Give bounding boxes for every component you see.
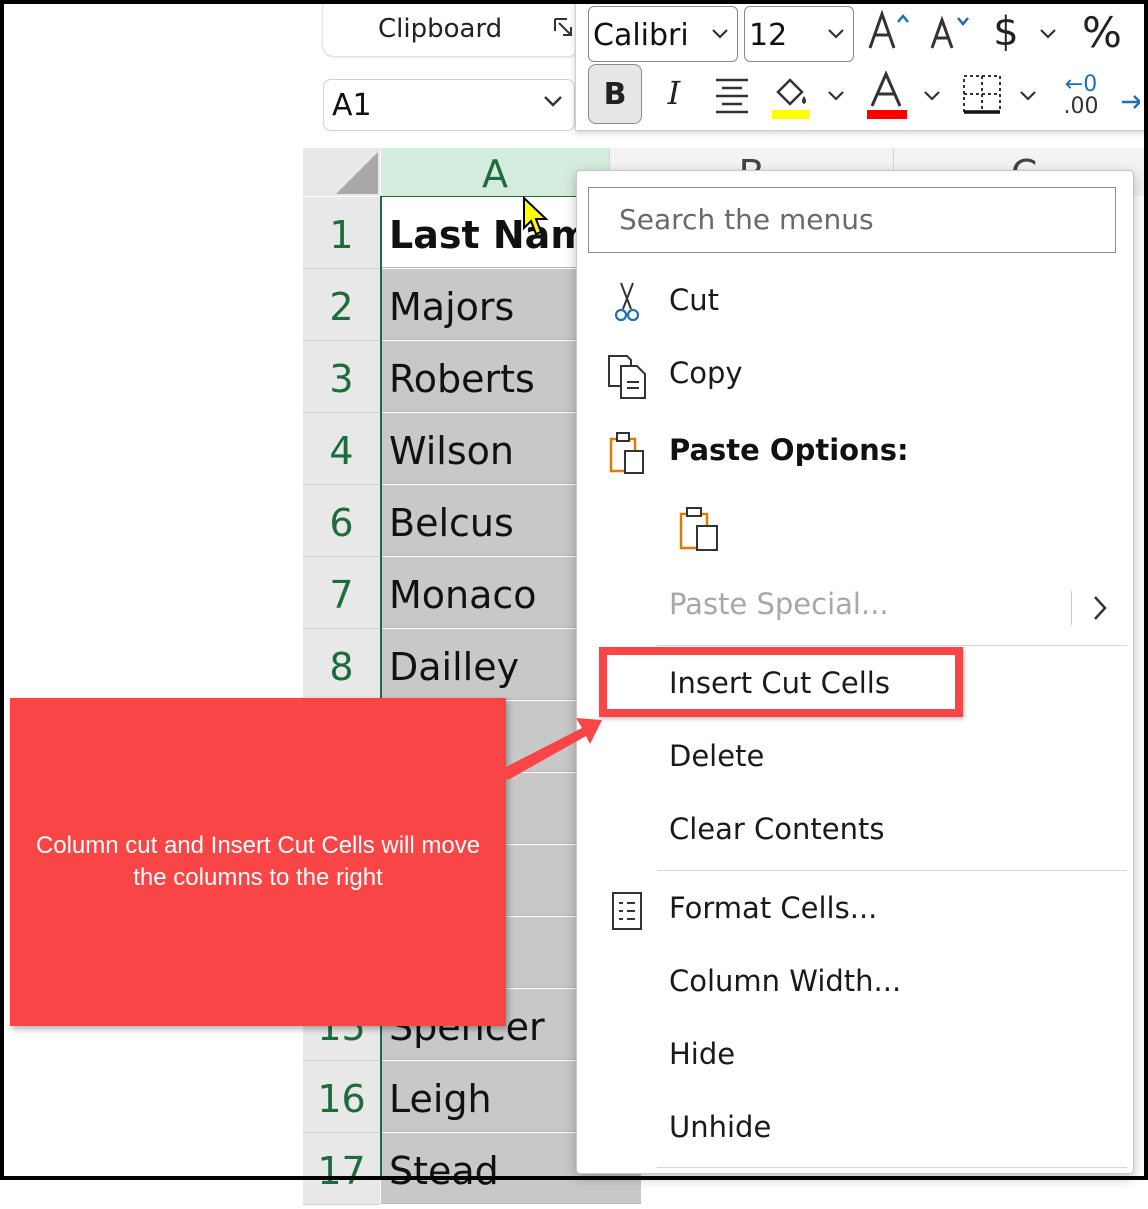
copy-icon: [608, 355, 646, 399]
menu-separator: [657, 870, 1127, 871]
row-header[interactable]: 16: [303, 1061, 380, 1133]
fill-color-swatch: [772, 110, 810, 119]
menu-item-copy[interactable]: Copy: [577, 342, 1133, 412]
menu-item-label: Copy: [669, 356, 743, 390]
menu-item-label: Delete: [669, 739, 765, 773]
callout-pointer: [500, 718, 602, 780]
menu-item-unhide[interactable]: Unhide: [577, 1096, 1133, 1166]
borders-icon[interactable]: [960, 72, 1004, 116]
font-name-value: Calibri: [593, 18, 689, 53]
menu-item-clear-contents[interactable]: Clear Contents: [577, 798, 1133, 868]
select-all-triangle: [336, 152, 378, 194]
search-menus-input[interactable]: Search the menus: [588, 187, 1116, 253]
selection-border: [380, 196, 382, 1180]
row-header[interactable]: 8: [303, 629, 380, 701]
submenu-divider: [1071, 591, 1072, 625]
menu-item-label: Cut: [669, 283, 719, 317]
menu-item-label: Unhide: [669, 1110, 772, 1144]
font-size-value: 12: [749, 18, 788, 53]
callout-text: Column cut and Insert Cut Cells will mov…: [35, 832, 481, 891]
chevron-down-icon[interactable]: [824, 84, 848, 108]
chevron-down-icon[interactable]: [1016, 84, 1040, 108]
row-header[interactable]: 7: [303, 557, 380, 629]
decrease-font-size-icon[interactable]: [928, 10, 974, 56]
menu-item-column-width[interactable]: Column Width...: [577, 950, 1133, 1020]
decrease-decimal-icon[interactable]: ←0 .00: [1056, 70, 1106, 122]
annotation-callout: Column cut and Insert Cut Cells will mov…: [10, 698, 506, 1026]
increase-decimal-icon[interactable]: [1120, 78, 1140, 118]
mouse-cursor-icon: [523, 196, 549, 236]
scissors-icon: [614, 282, 640, 322]
menu-item-cut[interactable]: Cut: [577, 269, 1133, 339]
font-color-swatch: [867, 110, 907, 119]
chevron-down-icon: [544, 96, 562, 107]
decrease-decimal-bottom: .00: [1063, 94, 1099, 119]
menu-item-label: Paste Special...: [669, 587, 889, 621]
decrease-decimal-top: ←0: [1064, 72, 1098, 97]
paste-icon: [609, 432, 644, 474]
clipboard-label: Clipboard: [378, 14, 503, 44]
menu-item-label: Clear Contents: [669, 812, 885, 846]
highlight-box: [599, 647, 963, 717]
font-name-combo[interactable]: Calibri: [588, 6, 738, 62]
menu-item-label: Column Width...: [669, 964, 902, 998]
row-header[interactable]: 4: [303, 413, 380, 485]
center-align-icon[interactable]: [710, 70, 754, 118]
bold-button[interactable]: B: [588, 64, 642, 124]
row-header[interactable]: 3: [303, 341, 380, 413]
dialog-launcher-icon[interactable]: [553, 17, 575, 39]
clipboard-group: Clipboard: [322, 0, 580, 57]
row-header[interactable]: 1: [303, 197, 380, 269]
name-box[interactable]: A1: [323, 79, 575, 131]
menu-item-hide[interactable]: Hide: [577, 1023, 1133, 1093]
menu-item-format-cells[interactable]: Format Cells...: [577, 877, 1133, 947]
menu-separator: [657, 1167, 1127, 1168]
menu-item-paste-special[interactable]: Paste Special...: [577, 573, 1133, 643]
row-header[interactable]: 17: [303, 1133, 380, 1205]
increase-font-size-icon[interactable]: [866, 8, 914, 56]
chevron-right-icon[interactable]: [1089, 593, 1113, 623]
search-menus-placeholder: Search the menus: [619, 203, 874, 236]
menu-item-paste-options: Paste Options:: [577, 419, 1133, 489]
chevron-down-icon[interactable]: [1036, 22, 1060, 46]
chevron-down-icon[interactable]: [920, 84, 944, 108]
menu-item-delete[interactable]: Delete: [577, 725, 1133, 795]
mini-toolbar: Calibri 12 $ % B I ←0 .00: [575, 0, 1148, 131]
paste-option-button-icon[interactable]: [675, 504, 723, 554]
row-header[interactable]: 2: [303, 269, 380, 341]
chevron-down-icon: [828, 29, 844, 39]
menu-separator: [657, 645, 1127, 646]
chevron-down-icon: [712, 29, 728, 39]
fill-color-icon[interactable]: [768, 70, 814, 120]
font-size-combo[interactable]: 12: [744, 6, 854, 62]
currency-format-icon[interactable]: $: [986, 6, 1026, 58]
italic-button[interactable]: I: [650, 66, 698, 120]
menu-item-label: Hide: [669, 1037, 736, 1071]
row-header[interactable]: 6: [303, 485, 380, 557]
menu-item-label: Paste Options:: [669, 433, 909, 467]
percent-format-icon[interactable]: %: [1076, 6, 1128, 58]
name-box-value: A1: [332, 88, 372, 123]
format-cells-icon: [612, 892, 642, 930]
font-color-icon[interactable]: [864, 70, 910, 120]
menu-item-label: Format Cells...: [669, 891, 878, 925]
